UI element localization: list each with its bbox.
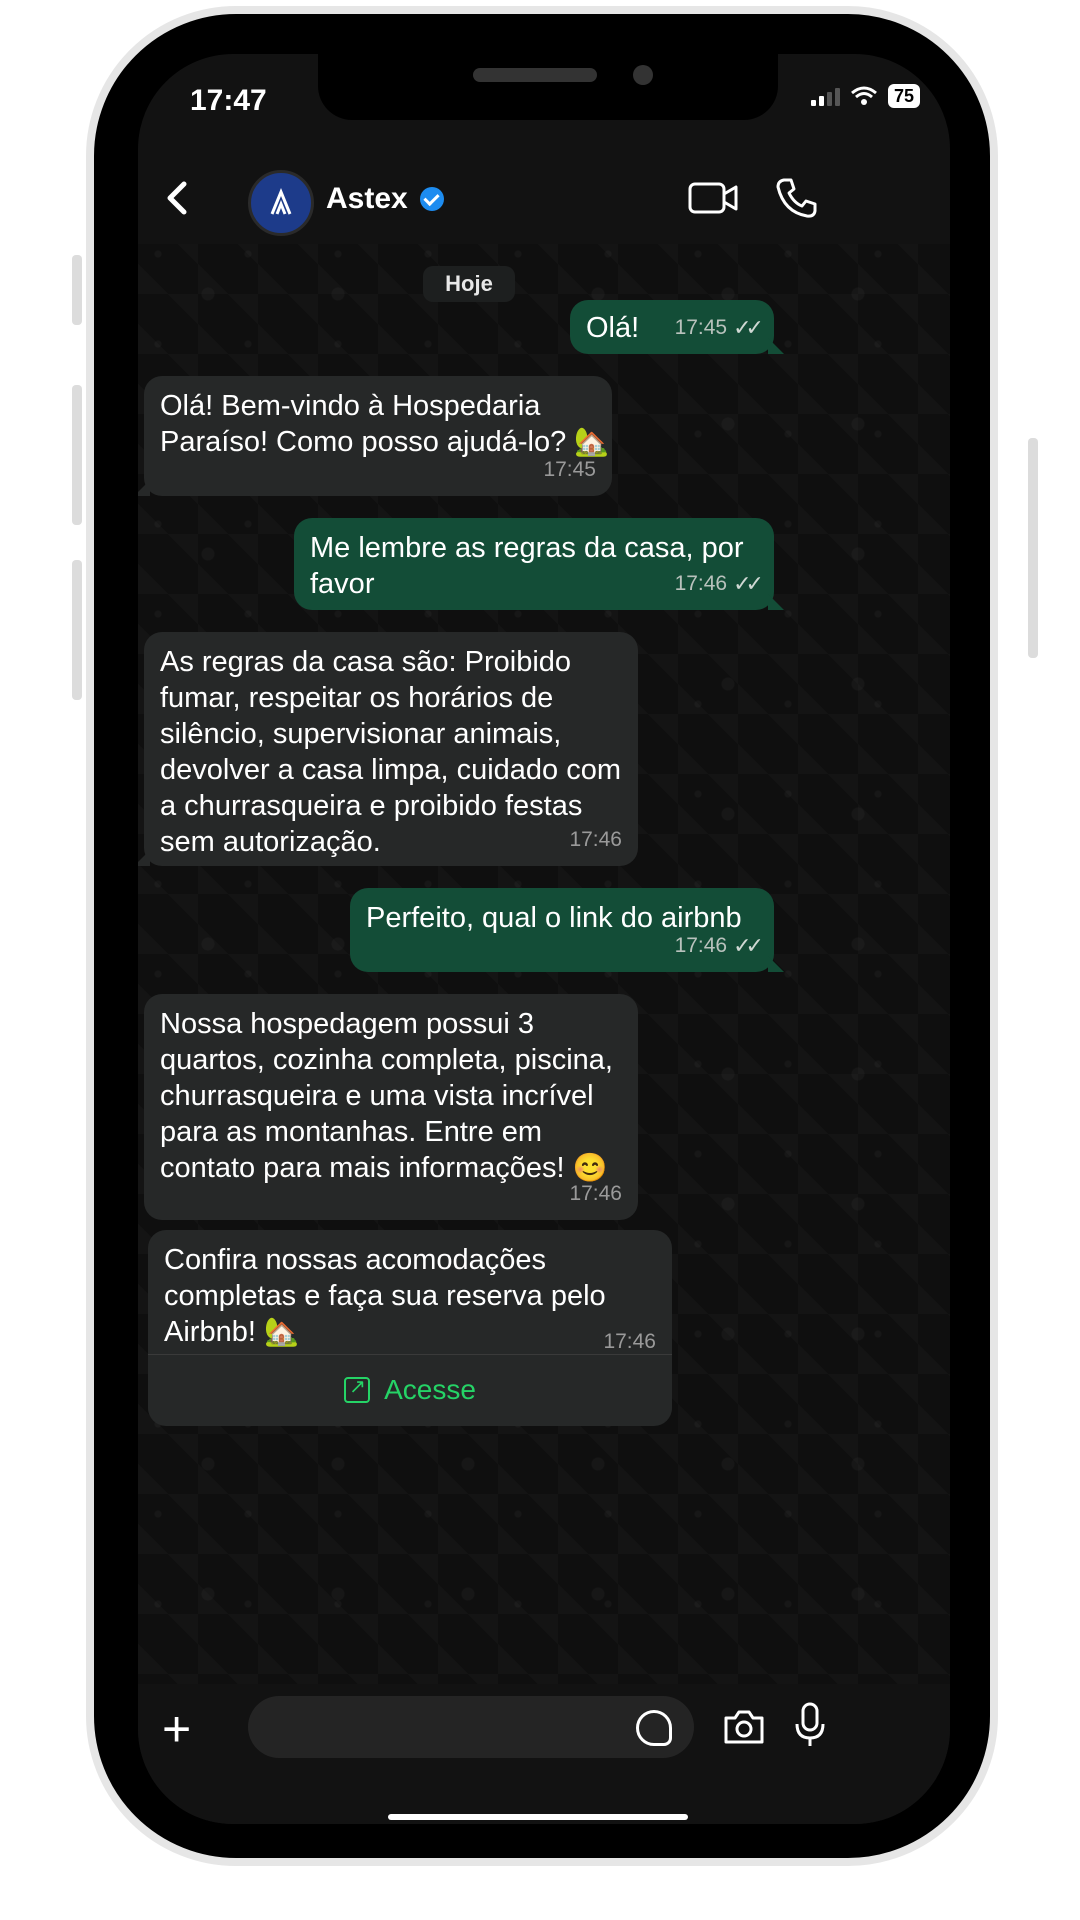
volume-down-button xyxy=(72,560,82,700)
bubble-tail xyxy=(138,850,150,866)
message-time: 17:46 xyxy=(569,1182,622,1205)
speaker xyxy=(473,68,597,82)
message-time: 17:45 xyxy=(674,316,728,339)
message-meta: 17:46 xyxy=(569,822,622,858)
external-link-icon xyxy=(344,1374,371,1403)
message-meta: 17:46 xyxy=(569,1176,622,1212)
message-text: Olá! xyxy=(586,312,640,344)
chat-header: Astex xyxy=(138,154,950,244)
date-divider: Hoje xyxy=(423,266,515,302)
battery-level: 75 xyxy=(887,84,920,108)
message-incoming[interactable]: Olá! Bem-vindo à Hospedaria Paraíso! Com… xyxy=(138,376,612,496)
message-input[interactable] xyxy=(248,1696,694,1758)
volume-up-button xyxy=(72,385,82,525)
video-call-icon[interactable] xyxy=(688,180,740,216)
bubble-tail xyxy=(768,594,784,610)
avatar[interactable] xyxy=(248,170,314,236)
sticker-icon[interactable] xyxy=(636,1710,672,1746)
power-button xyxy=(1028,438,1038,658)
status-indicators: 75 xyxy=(810,84,920,108)
composer-bar: + xyxy=(138,1684,950,1824)
message-meta: 17:46 ✓✓ xyxy=(674,928,764,964)
message-text: As regras da casa são: Proibido fumar, r… xyxy=(160,646,622,858)
access-link-button[interactable]: Acesse xyxy=(148,1354,672,1425)
status-time: 17:47 xyxy=(190,84,267,117)
back-icon[interactable] xyxy=(156,176,200,220)
contact-name[interactable]: Astex xyxy=(326,182,444,216)
message-outgoing[interactable]: Perfeito, qual o link do airbnb 17:46 ✓✓ xyxy=(350,888,784,972)
bubble-tail xyxy=(138,480,150,496)
signal-icon xyxy=(810,86,840,106)
verified-icon xyxy=(419,187,444,211)
double-check-icon: ✓✓ xyxy=(733,571,764,596)
mic-icon[interactable] xyxy=(794,1702,826,1748)
notch xyxy=(318,54,778,120)
message-incoming[interactable]: Nossa hospedagem possui 3 quartos, cozin… xyxy=(144,994,638,1220)
message-time: 17:46 xyxy=(674,572,728,595)
access-link-label: Acesse xyxy=(384,1374,476,1405)
message-outgoing[interactable]: Olá! 17:45 ✓✓ xyxy=(570,300,784,354)
bubble-tail xyxy=(768,956,784,972)
plus-icon[interactable]: + xyxy=(162,1704,191,1754)
screen: 17:47 75 Astex Hoje Olá! 17:45 ✓✓ Olá! B… xyxy=(138,54,950,1824)
message-meta: 17:46 ✓✓ xyxy=(674,566,764,602)
mute-switch xyxy=(72,255,82,325)
phone-call-icon[interactable] xyxy=(774,176,818,220)
message-text: Confira nossas acomodações completas e f… xyxy=(164,1244,606,1348)
avatar-logo-icon xyxy=(270,188,292,215)
message-meta: 17:45 xyxy=(543,452,596,488)
message-time: 17:45 xyxy=(543,458,596,481)
double-check-icon: ✓✓ xyxy=(733,315,764,340)
bubble-tail xyxy=(768,338,784,354)
wifi-icon xyxy=(851,86,877,105)
message-meta: 17:45 ✓✓ xyxy=(674,310,764,346)
camera-icon[interactable] xyxy=(722,1708,766,1746)
front-camera xyxy=(633,65,653,85)
house-emoji: 🏡 xyxy=(263,1316,299,1347)
message-text: Olá! Bem-vindo à Hospedaria Paraíso! Com… xyxy=(160,390,567,458)
contact-name-text: Astex xyxy=(326,182,408,215)
home-indicator[interactable] xyxy=(388,1814,688,1820)
message-time: 17:46 xyxy=(674,934,728,957)
message-text: Nossa hospedagem possui 3 quartos, cozin… xyxy=(160,1008,613,1184)
message-incoming[interactable]: As regras da casa são: Proibido fumar, r… xyxy=(138,632,638,866)
message-outgoing[interactable]: Me lembre as regras da casa, por favor 1… xyxy=(294,518,784,610)
double-check-icon: ✓✓ xyxy=(733,933,764,958)
message-time: 17:46 xyxy=(569,828,622,851)
